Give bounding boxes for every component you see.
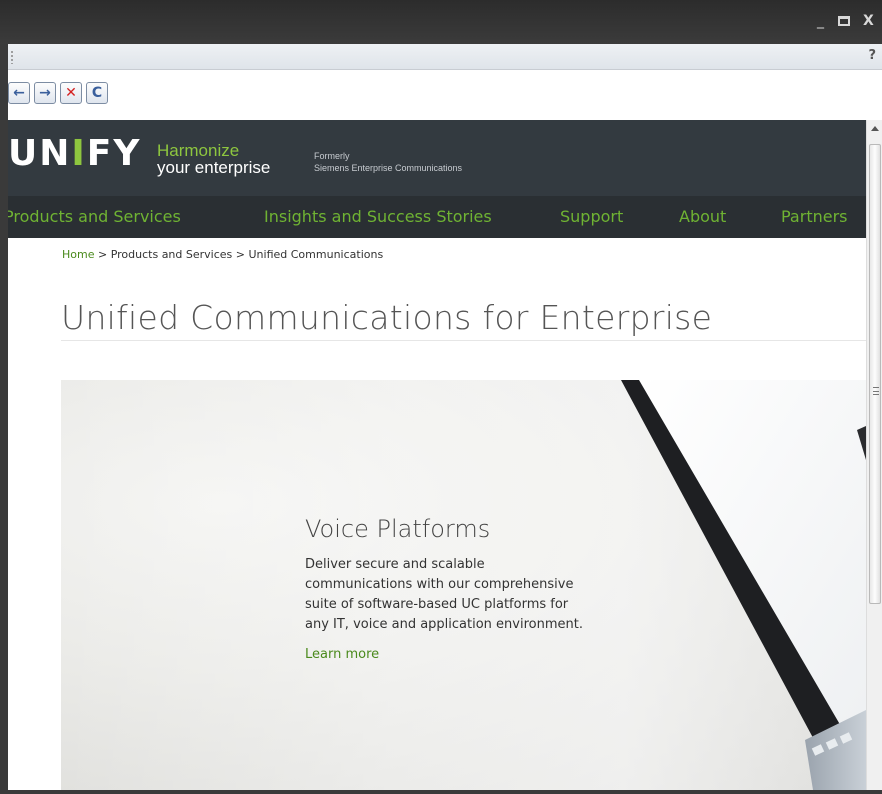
stop-button[interactable]: ✕ (60, 82, 82, 104)
window-titlebar: _ X (0, 0, 882, 44)
site-header: UNIFY Harmonize your enterprise Formerly… (8, 120, 866, 196)
nav-item-insights[interactable]: Insights and Success Stories (264, 207, 492, 227)
hero-title: Voice Platforms (305, 515, 491, 543)
tagline-line2: your enterprise (157, 158, 271, 177)
web-page-viewport: UNIFY Harmonize your enterprise Formerly… (8, 120, 866, 790)
vertical-scrollbar[interactable] (866, 120, 882, 790)
formerly-company: Siemens Enterprise Communications (314, 163, 463, 173)
scrollbar-thumb[interactable] (869, 144, 881, 604)
scrollbar-grip-icon (873, 387, 879, 395)
close-button[interactable]: X (863, 12, 874, 30)
browser-toolbar: ← → ✕ C (8, 70, 882, 120)
nav-item-products-and-services[interactable]: Products and Services (8, 207, 181, 227)
stop-icon: ✕ (65, 85, 77, 101)
page-title: Unified Communications for Enterprise (61, 298, 713, 337)
breadcrumb: Home > Products and Services > Unified C… (62, 248, 383, 261)
nav-item-support[interactable]: Support (560, 207, 623, 227)
forward-arrow-icon: → (39, 85, 51, 101)
logo-text-accent: I (71, 133, 87, 174)
scroll-up-arrow-icon[interactable] (871, 126, 879, 131)
breadcrumb-home[interactable]: Home (62, 248, 94, 261)
breadcrumb-products[interactable]: Products and Services (111, 248, 233, 261)
nav-item-partners[interactable]: Partners (781, 207, 847, 227)
hero-text-block: Voice Platforms Deliver secure and scala… (305, 513, 605, 662)
back-arrow-icon: ← (13, 85, 25, 101)
forward-button[interactable]: → (34, 82, 56, 104)
title-divider (61, 340, 866, 341)
formerly-label: Formerly (314, 151, 350, 161)
nav-item-about[interactable]: About (679, 207, 726, 227)
maximize-button[interactable] (838, 16, 850, 26)
tagline-line1: Harmonize (157, 141, 240, 160)
formerly-note: Formerly Siemens Enterprise Communicatio… (314, 150, 462, 174)
logo-text-start: UN (8, 133, 72, 174)
main-nav: Products and Services Insights and Succe… (8, 196, 866, 238)
tagline: Harmonize your enterprise (157, 142, 270, 176)
hero-description: Deliver secure and scalable communicatio… (305, 557, 583, 632)
refresh-icon: C (91, 85, 103, 101)
back-button[interactable]: ← (8, 82, 30, 104)
minimize-button[interactable]: _ (817, 12, 824, 30)
toolbar-grip-icon[interactable] (10, 50, 14, 64)
logo-text-end: FY (86, 133, 142, 174)
unify-logo[interactable]: UNIFY (8, 134, 141, 174)
breadcrumb-separator: > (235, 248, 245, 261)
hero-banner: Voice Platforms Deliver secure and scala… (61, 380, 866, 790)
help-button[interactable]: ? (868, 48, 876, 63)
learn-more-link[interactable]: Learn more (305, 647, 605, 662)
refresh-button[interactable]: C (86, 82, 108, 104)
breadcrumb-current: Unified Communications (248, 248, 384, 261)
breadcrumb-separator: > (97, 248, 108, 261)
menu-strip: ? (8, 44, 882, 70)
